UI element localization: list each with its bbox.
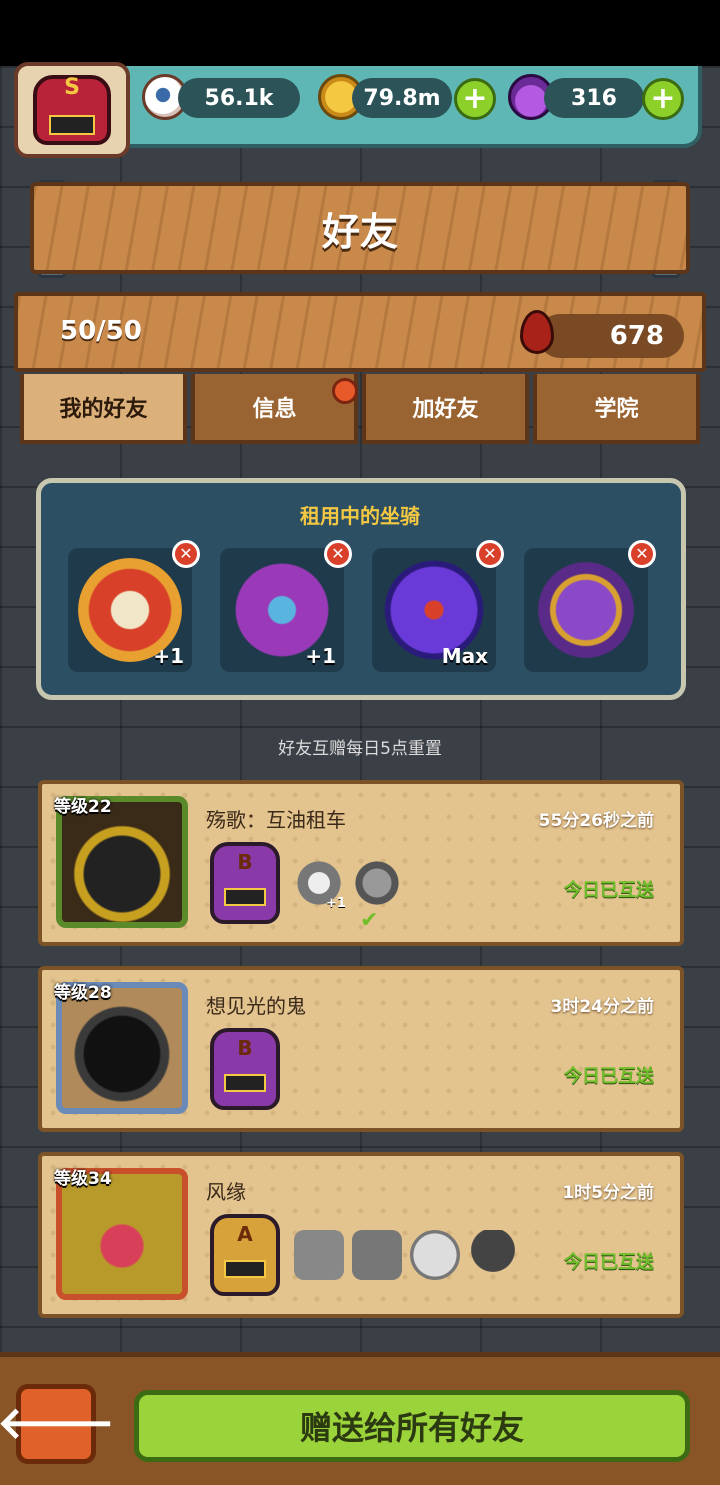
friend-last-online: 3时24分之前 — [550, 997, 655, 1017]
tab-academy[interactable]: 学院 — [533, 374, 700, 444]
friend-rank-letter: A — [237, 1222, 253, 1246]
friend-name: 风缘 — [206, 1180, 246, 1204]
blood-drop-icon — [520, 310, 554, 354]
tab-add-friend-label: 加好友 — [412, 397, 479, 422]
rank-grid-icon — [224, 888, 266, 906]
mount-tag: +1 — [305, 644, 336, 668]
mini-mount-tag: +1 — [326, 896, 346, 911]
mount-slot-purple-demon[interactable]: +1 ✕ — [220, 540, 352, 672]
gift-status: 今日已互送 — [564, 1252, 654, 1273]
mount-tag: Max — [441, 644, 488, 668]
friend-rank-letter: B — [237, 850, 253, 874]
blood-counter: 678 — [538, 314, 684, 358]
friend-tabs: 我的好友 信息 加好友 学院 — [20, 374, 700, 444]
gift-status: 今日已互送 — [564, 880, 654, 901]
tab-academy-label: 学院 — [594, 397, 639, 422]
friend-card[interactable]: 等级22 殇歌：互油租车 55分26秒之前 B +1 ✔ 今日已互送 — [38, 780, 684, 946]
remove-mount-button[interactable]: ✕ — [628, 540, 656, 568]
friend-rank-badge: A — [210, 1214, 280, 1296]
rank-grid-icon — [224, 1074, 266, 1092]
friend-last-online: 55分26秒之前 — [538, 811, 654, 831]
add-potions-button[interactable]: + — [642, 78, 684, 120]
page-title: 好友 — [321, 209, 398, 254]
mount-slot-lion-dance[interactable]: +1 ✕ — [68, 540, 200, 672]
status-bar — [0, 0, 720, 66]
friend-card[interactable]: 等级28 想见光的鬼 3时24分之前 B 今日已互送 — [38, 966, 684, 1132]
player-rank-letter: S — [64, 75, 80, 100]
friend-name: 想见光的鬼 — [206, 994, 306, 1018]
coins-value: 79.8m — [363, 85, 441, 111]
tab-my-friends[interactable]: 我的好友 — [20, 374, 187, 444]
checkmark-icon: ✔ — [360, 908, 379, 933]
blood-value: 678 — [609, 321, 664, 351]
remove-mount-button[interactable]: ✕ — [172, 540, 200, 568]
tree-mini-icon — [468, 1230, 518, 1280]
friend-rank-badge: B — [210, 842, 280, 924]
remove-mount-button[interactable]: ✕ — [476, 540, 504, 568]
remove-mount-button[interactable]: ✕ — [324, 540, 352, 568]
friend-stats-board: 50/50 678 — [14, 292, 706, 372]
page-title-board: 好友 — [30, 182, 690, 274]
friend-level: 等级22 — [54, 797, 112, 817]
throne-cart-mount-icon — [534, 558, 638, 662]
rank-grid-icon — [224, 1260, 266, 1278]
tab-add-friend[interactable]: 加好友 — [362, 374, 529, 444]
daily-reset-note: 好友互赠每日5点重置 — [278, 739, 442, 759]
friend-level: 等级34 — [54, 1169, 112, 1189]
add-coins-button[interactable]: + — [454, 78, 496, 120]
player-rank-badge[interactable]: S — [14, 62, 130, 158]
tab-messages-label: 信息 — [252, 397, 297, 422]
friend-count: 50/50 — [60, 316, 142, 346]
gift-status: 今日已互送 — [564, 1066, 654, 1087]
messages-notification-dot — [332, 378, 358, 404]
friend-last-online: 1时5分之前 — [562, 1183, 654, 1203]
tank-mini-icon — [352, 1230, 402, 1280]
potions-counter: 316 — [544, 78, 644, 118]
gift-all-friends-button[interactable]: 赠送给所有好友 — [134, 1390, 690, 1462]
friend-level: 等级28 — [54, 983, 112, 1003]
friend-rank-letter: B — [237, 1036, 253, 1060]
back-arrow-icon: 🡐 — [0, 1398, 115, 1449]
rented-mounts-title: 租用中的坐骑 — [300, 504, 420, 528]
mount-slot-rose[interactable]: Max ✕ — [372, 540, 504, 672]
friend-rank-badge: B — [210, 1028, 280, 1110]
robot-mini-icon — [294, 1230, 344, 1280]
mount-slot-throne-cart[interactable]: ✕ — [524, 540, 656, 672]
coins-counter: 79.8m — [352, 78, 452, 118]
potions-value: 316 — [571, 85, 617, 111]
moon-mini-icon — [410, 1230, 460, 1280]
tab-my-friends-label: 我的好友 — [59, 397, 148, 422]
mount-tag: +1 — [153, 644, 184, 668]
gift-all-label: 赠送给所有好友 — [299, 1409, 524, 1447]
friend-card[interactable]: 等级34 风缘 1时5分之前 A 今日已互送 — [38, 1152, 684, 1318]
friend-name: 殇歌：互油租车 — [206, 808, 346, 832]
eyes-counter: 56.1k — [178, 78, 300, 118]
cart-mini-icon — [352, 858, 402, 908]
eyes-value: 56.1k — [204, 85, 274, 111]
back-button[interactable]: 🡐 — [0, 1384, 115, 1464]
